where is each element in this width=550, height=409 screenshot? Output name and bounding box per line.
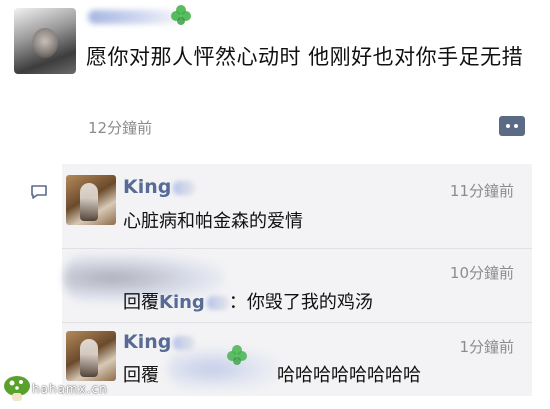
reply-prefix: 回覆 xyxy=(123,292,159,313)
comment-timestamp: 11分鐘前 xyxy=(449,182,514,200)
comment-text: 哈哈哈哈哈哈哈哈 xyxy=(277,365,421,386)
post-timestamp: 12分鐘前 xyxy=(88,119,153,137)
post-author-avatar[interactable] xyxy=(14,8,76,74)
name-emoji-obscured xyxy=(173,180,196,195)
dot-icon xyxy=(506,124,510,128)
comment-text: 回覆King ：你毁了我的鸡汤 xyxy=(123,288,373,314)
reply-mention[interactable]: King xyxy=(159,292,205,313)
avatar-figure xyxy=(80,339,98,377)
comment-text: 心脏病和帕金森的爱情 xyxy=(123,211,303,232)
avatar-figure xyxy=(80,183,98,221)
comment-author-text[interactable]: King xyxy=(123,331,171,353)
comment-author-name[interactable]: King xyxy=(123,176,196,198)
watermark-text: hahamx.cn xyxy=(32,382,108,396)
reply-target-obscured xyxy=(168,348,278,390)
dot-icon xyxy=(514,124,518,128)
name-emoji-obscured xyxy=(206,296,229,310)
comment-timestamp: 10分鐘前 xyxy=(449,264,514,282)
clover-sticker-icon xyxy=(227,345,247,365)
clover-sticker-icon xyxy=(171,5,191,25)
comment-avatar[interactable] xyxy=(66,175,116,225)
comment-divider xyxy=(62,248,532,249)
avatar-face xyxy=(32,28,58,58)
comment-reply-prefix: 回覆 xyxy=(123,365,159,386)
speech-bubble-icon xyxy=(31,185,47,199)
comment-author-text[interactable]: King xyxy=(123,176,171,198)
comment-divider xyxy=(62,322,532,323)
comment-action-button[interactable] xyxy=(499,116,525,136)
post-content: 愿你对那人怦然心动时 他刚好也对你手足无措 xyxy=(86,45,524,69)
reply-body: ：你毁了我的鸡汤 xyxy=(228,292,373,313)
comment-timestamp: 1分鐘前 xyxy=(459,338,514,356)
